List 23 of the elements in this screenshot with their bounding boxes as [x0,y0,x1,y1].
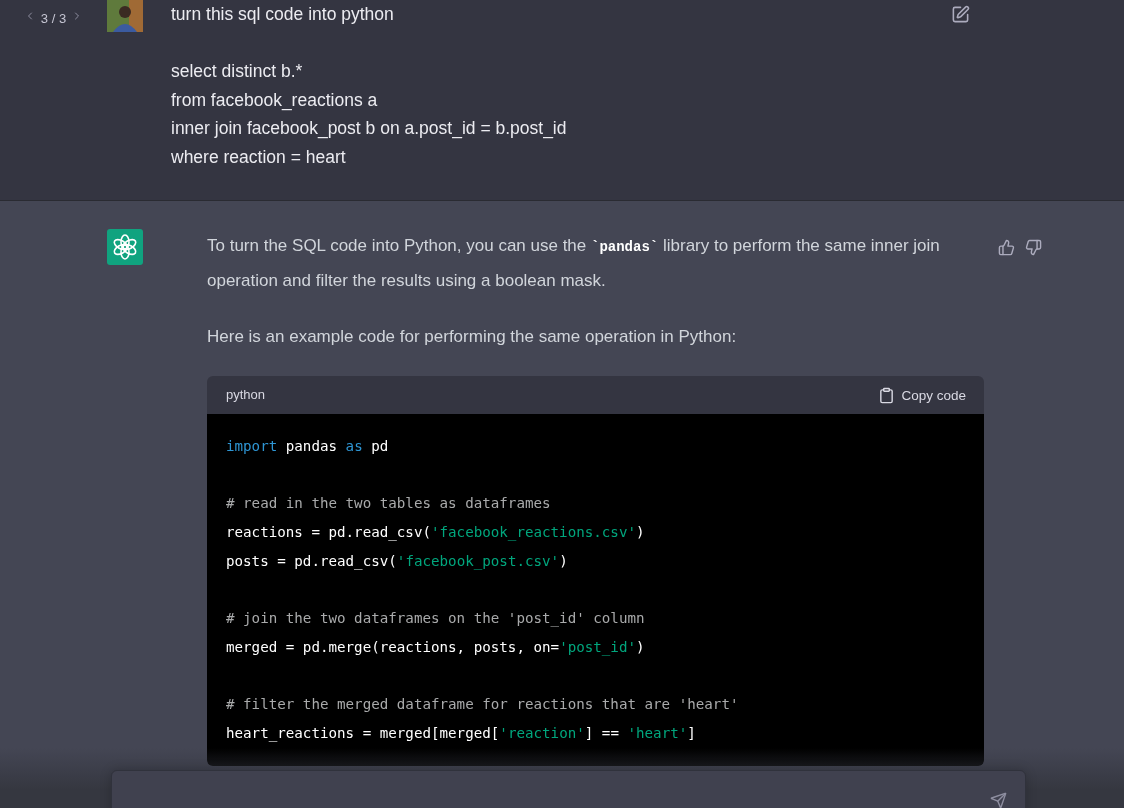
message-text: from facebook_reactions a [171,88,379,112]
message-text: where reaction = heart [171,145,347,169]
code-line: merged = pd.merge(reactions, posts, on='post_id') [226,637,646,658]
code-line: reactions = pd.read_csv('facebook_reactions.csv') [226,523,646,543]
clipboard-icon [878,386,896,404]
response-paragraph: Here is an example code for performing the same operation in Python: [207,326,738,348]
user-avatar [107,0,143,32]
assistant-avatar [107,229,143,265]
message-text: inner join facebook_post b on a.post_id = b.post_id [171,117,568,141]
message-input[interactable] [111,770,1026,808]
page-counter: 3 / 3 [39,10,68,27]
message-text: turn this sql code into python [171,3,395,26]
message-text: select distinct b.* [171,60,304,83]
code-line: import pandas as pd [226,437,390,456]
code-line: # read in the two tables as dataframes [226,494,552,514]
code-line: # filter the merged dataframe for reactions that are 'heart' [226,695,740,715]
code-line: heart_reactions = merged[merged['reaction'] == 'heart'] [226,723,697,744]
code-line: posts = pd.read_csv('facebook_post.csv') [226,551,569,572]
copy-code-button[interactable]: Copy code [878,386,966,404]
response-paragraph: To turn the SQL code into Python, you can use the `pandas` library to perform the same inner join operation and filter the results using a boolean mask. [207,235,941,292]
code-line: # join the two dataframes on the 'post_id' column [226,609,646,629]
send-icon[interactable] [990,791,1007,808]
code-language: python [226,386,266,404]
